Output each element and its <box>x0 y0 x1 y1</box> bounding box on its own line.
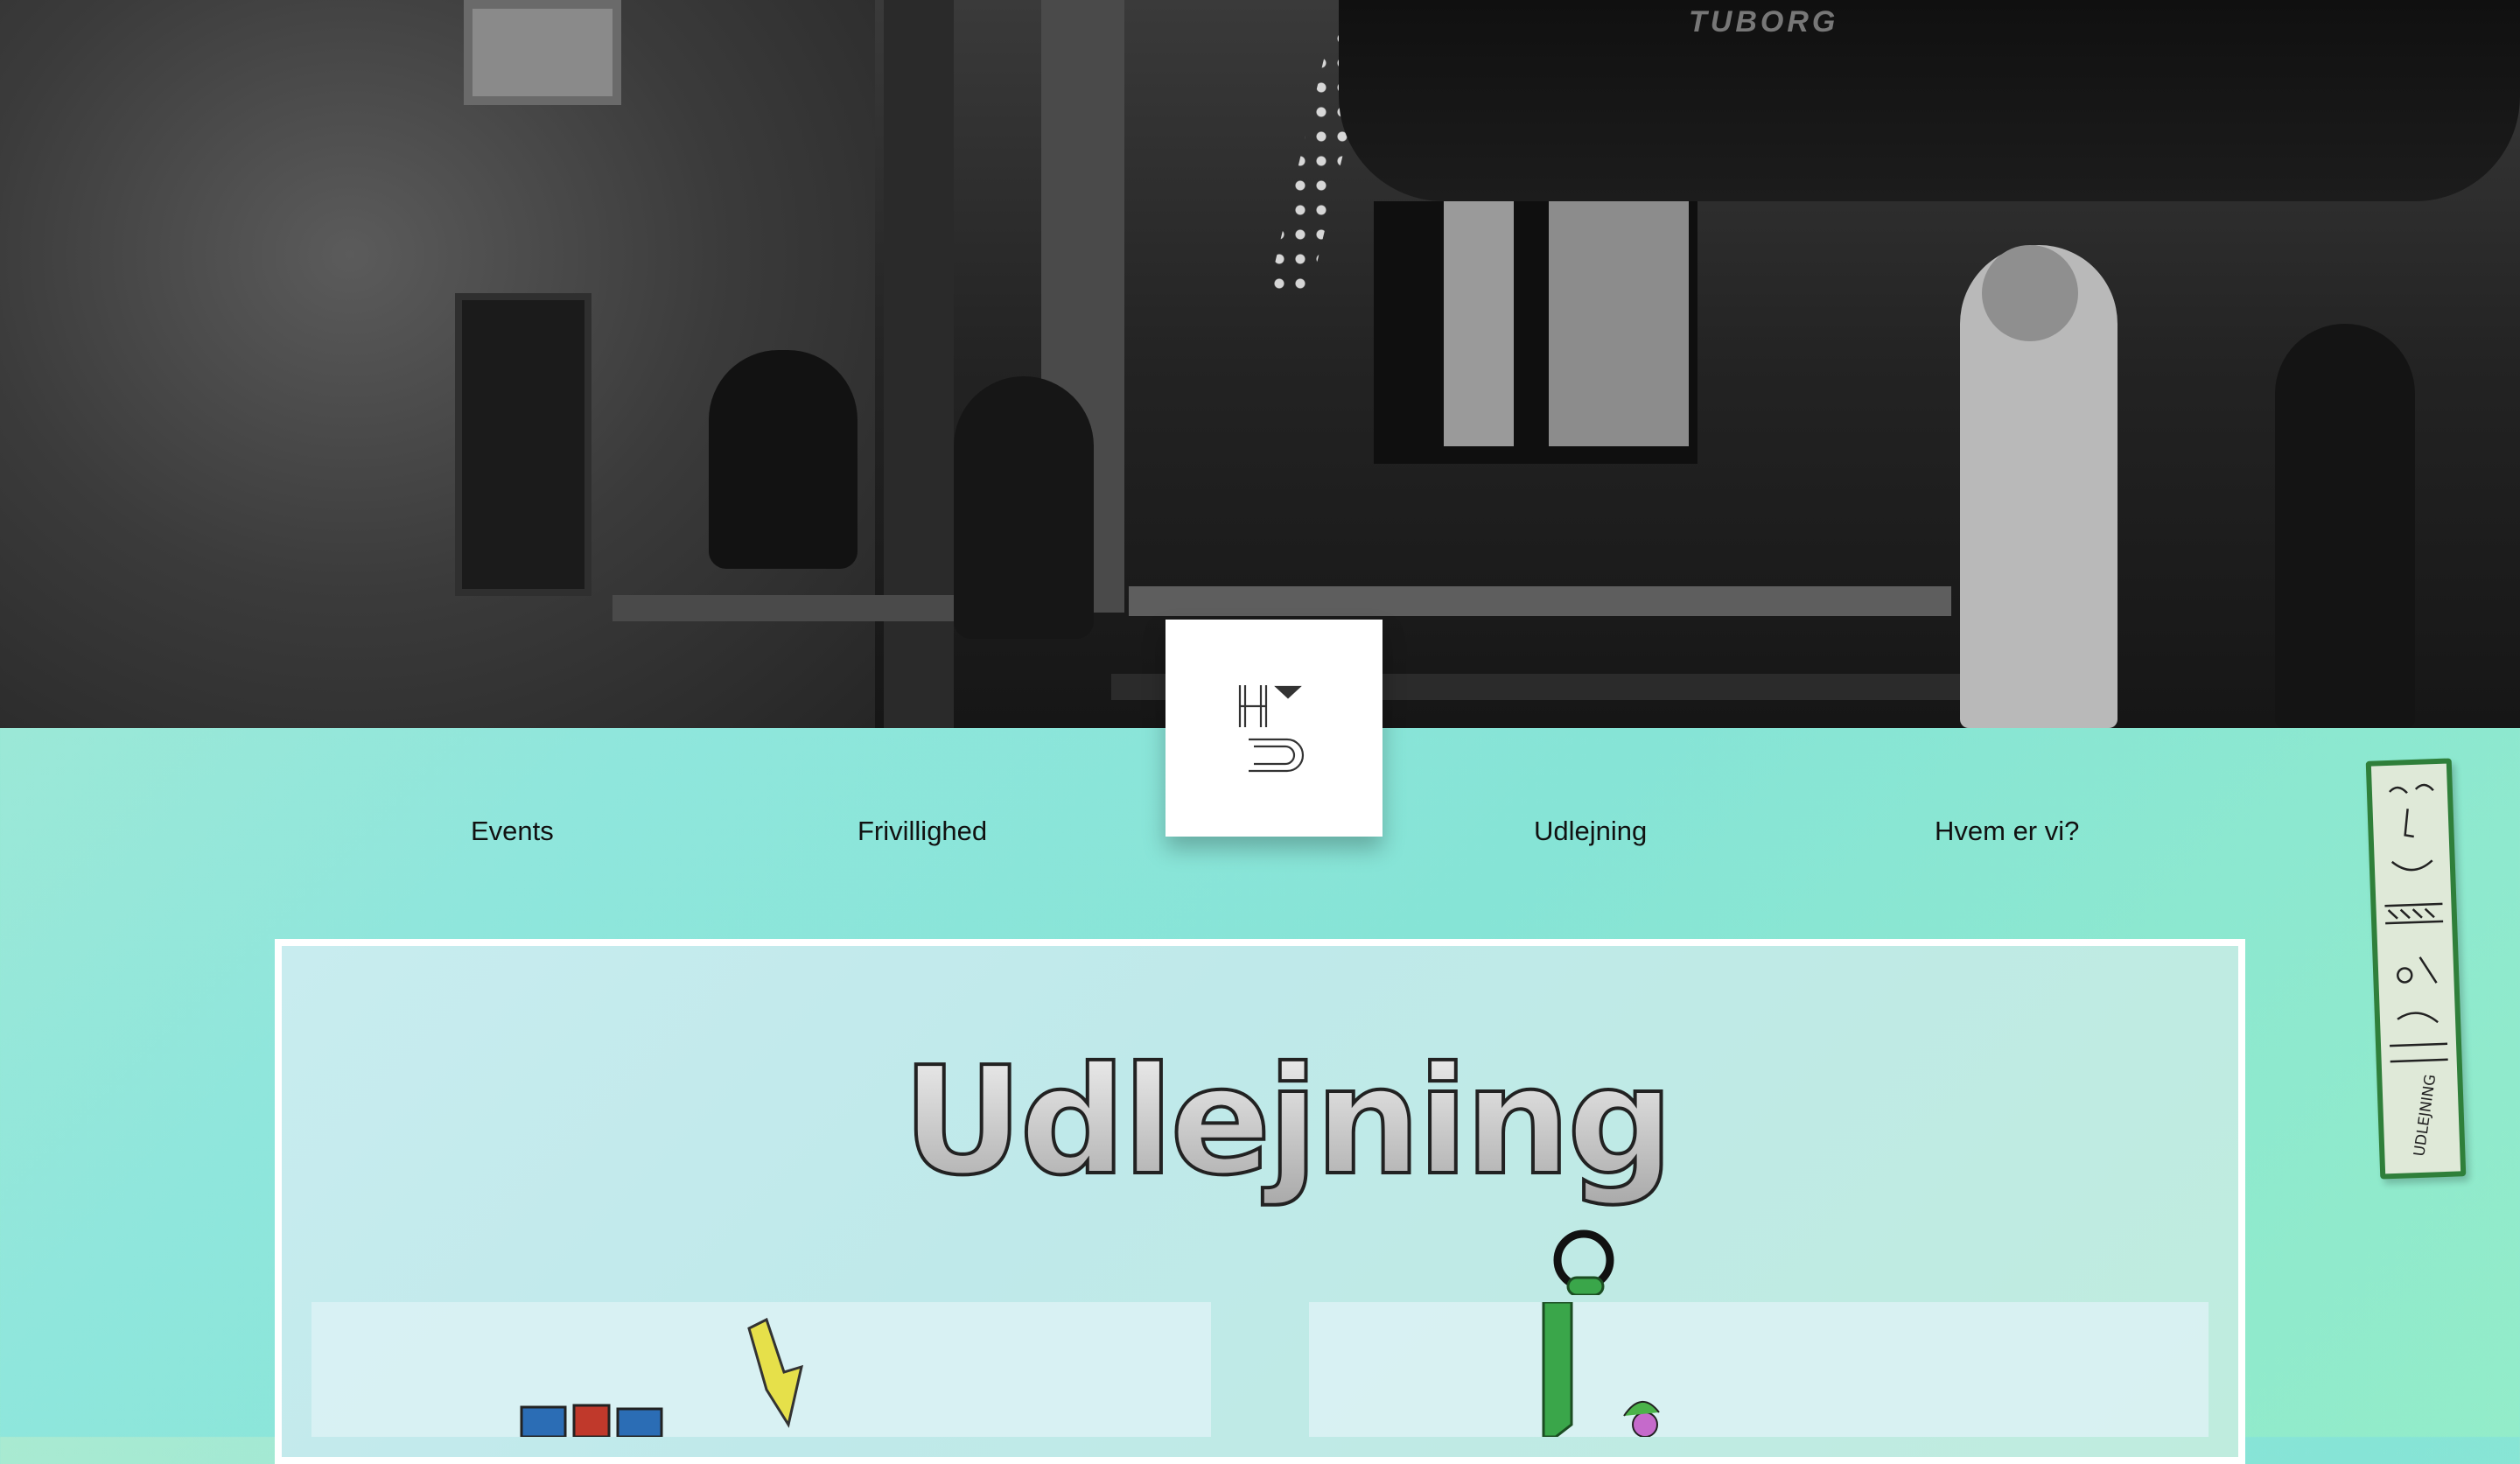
hand-drawn-face-illustration: UDLEJNING <box>2384 783 2448 1158</box>
hero-person <box>2275 324 2415 728</box>
nav-events[interactable]: Events <box>471 816 554 847</box>
hero-umbrella-brand: TUBORG <box>1689 5 1839 39</box>
hero-window <box>455 293 592 596</box>
nav-udlejning[interactable]: Udlejning <box>1534 816 1647 847</box>
udlejning-title-art: Udlejning <box>900 1033 1676 1295</box>
hero-person <box>954 376 1094 639</box>
key-icon <box>1553 1229 1614 1295</box>
card-rental-right[interactable] <box>1309 1300 2208 1439</box>
page-title: Udlejning <box>902 1035 1670 1208</box>
hero-umbrella <box>1339 0 2520 201</box>
hero-person <box>709 350 858 569</box>
hero-window-top <box>464 0 621 105</box>
card-illustration <box>1542 1300 1660 1439</box>
hero-person-head <box>1982 245 2078 341</box>
nav-hvem-er-vi[interactable]: Hvem er vi? <box>1935 816 2079 847</box>
nav-frivillighed[interactable]: Frivillighed <box>858 816 987 847</box>
hero-door-light <box>1549 201 1689 446</box>
card-illustration <box>520 1317 804 1439</box>
home-logo[interactable] <box>1166 620 1382 837</box>
hu-logo-icon <box>1238 685 1305 773</box>
udlejning-side-tag[interactable]: UDLEJNING <box>2365 758 2467 1180</box>
side-tag-label: UDLEJNING <box>2411 1073 2440 1157</box>
hero-door-light <box>1444 201 1514 446</box>
hero-table <box>1129 586 1951 616</box>
card-rental-left[interactable] <box>312 1302 1211 1439</box>
